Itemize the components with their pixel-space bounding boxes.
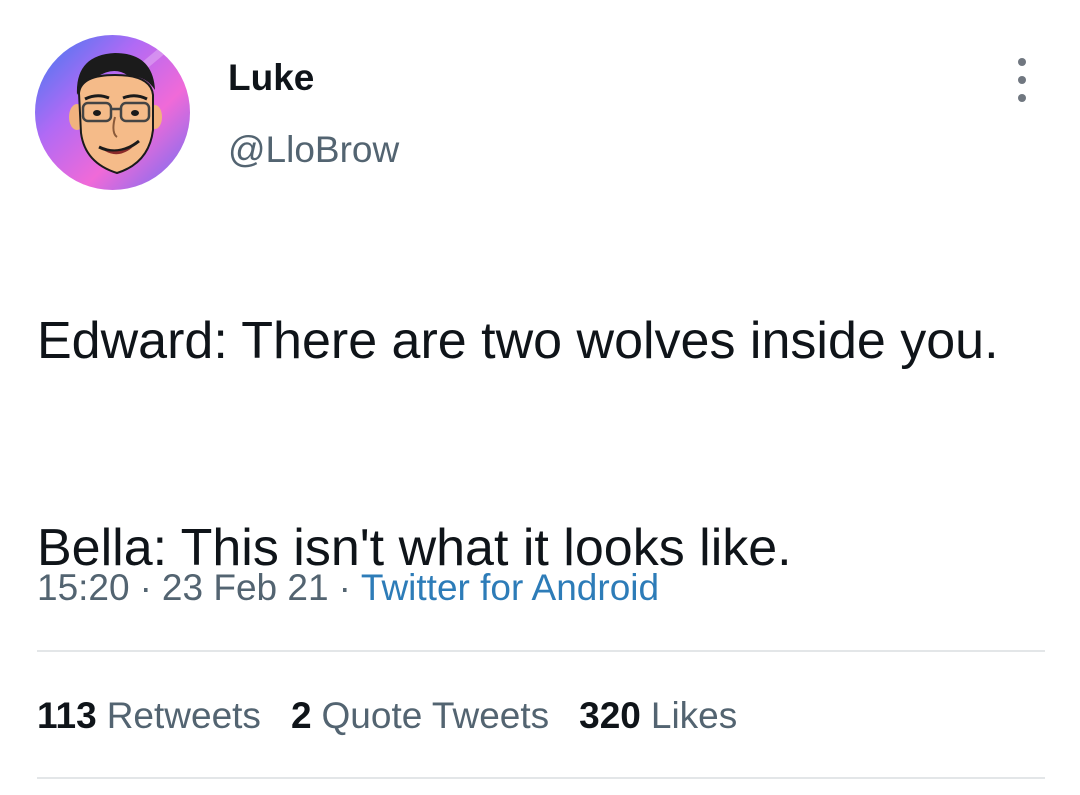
engagement-stats: 113 Retweets 2 Quote Tweets 320 Likes — [37, 694, 767, 738]
retweets-label: Retweets — [106, 695, 261, 736]
retweets-count: 113 — [37, 695, 97, 736]
meta-separator: · — [338, 567, 351, 608]
author-display-name[interactable]: Luke — [228, 56, 314, 100]
likes-label: Likes — [650, 695, 738, 736]
quote-tweets-count: 2 — [290, 695, 312, 736]
avatar[interactable] — [35, 35, 190, 190]
divider — [37, 650, 1045, 652]
more-vertical-icon-dot-3 — [1018, 94, 1026, 102]
tweet-paragraph: Edward: There are two wolves inside you. — [37, 312, 999, 370]
tweet-time[interactable]: 15:20 — [37, 567, 130, 608]
tweet-detail: Luke @LloBrow Edward: There are two wolv… — [0, 0, 1080, 795]
tweet-date[interactable]: 23 Feb 21 — [162, 567, 329, 608]
likes-stat[interactable]: 320 Likes — [579, 694, 737, 738]
author-handle[interactable]: @LloBrow — [228, 128, 399, 172]
retweets-stat[interactable]: 113 Retweets — [37, 694, 261, 738]
tweet-source-link[interactable]: Twitter for Android — [361, 567, 659, 608]
more-vertical-icon-dot-2 — [1018, 76, 1026, 84]
likes-count: 320 — [579, 695, 641, 736]
more-options-button[interactable] — [1005, 58, 1039, 102]
more-vertical-icon — [1018, 58, 1026, 66]
meta-separator: · — [139, 567, 152, 608]
cartoon-face-avatar-icon — [35, 35, 190, 190]
divider — [37, 777, 1045, 779]
quote-tweets-stat[interactable]: 2 Quote Tweets — [291, 694, 549, 738]
quote-tweets-label: Quote Tweets — [321, 695, 550, 736]
tweet-meta: 15:20 · 23 Feb 21 · Twitter for Android — [37, 566, 659, 610]
